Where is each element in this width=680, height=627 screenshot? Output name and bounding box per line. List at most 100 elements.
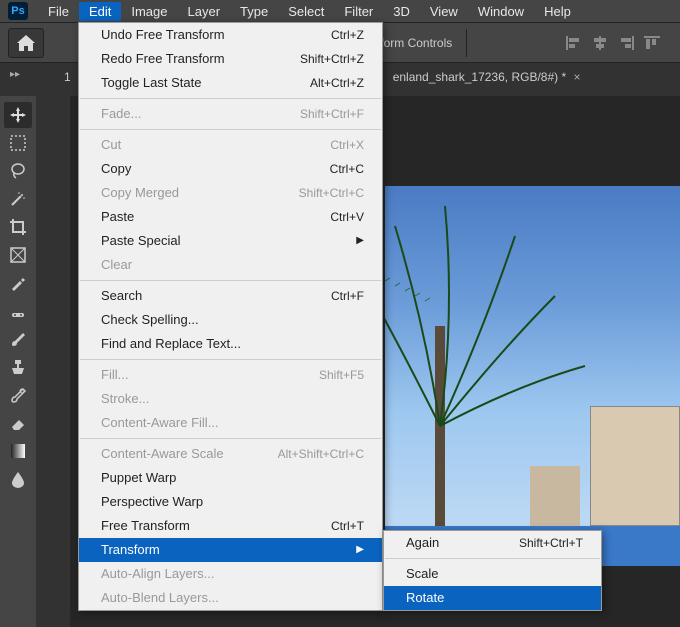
gradient-tool[interactable] (4, 438, 32, 464)
menu-separator (385, 558, 600, 559)
menu-item-shortcut: Ctrl+Z (331, 26, 364, 44)
menu-item-label: Perspective Warp (101, 493, 364, 511)
menu-item-shortcut: Shift+Ctrl+T (519, 534, 583, 552)
edit-menu-copy[interactable]: CopyCtrl+C (79, 157, 382, 181)
menu-item-shortcut: Ctrl+T (331, 517, 364, 535)
edit-menu-puppet-warp[interactable]: Puppet Warp (79, 466, 382, 490)
document-tab[interactable]: enland_shark_17236, RGB/8#) * × (387, 66, 587, 88)
edit-menu-toggle-last-state[interactable]: Toggle Last StateAlt+Ctrl+Z (79, 71, 382, 95)
edit-menu-redo-free-transform[interactable]: Redo Free TransformShift+Ctrl+Z (79, 47, 382, 71)
tools-panel (0, 96, 36, 627)
brush-tool[interactable] (4, 326, 32, 352)
edit-menu-cut: CutCtrl+X (79, 133, 382, 157)
transform-submenu-again[interactable]: AgainShift+Ctrl+T (384, 531, 601, 555)
menu-file[interactable]: File (38, 2, 79, 21)
marquee-tool[interactable] (4, 130, 32, 156)
menu-item-shortcut: Alt+Shift+Ctrl+C (278, 445, 364, 463)
edit-menu-paste-special[interactable]: Paste Special ▶ (79, 229, 382, 253)
menu-separator (80, 98, 381, 99)
align-center-h-icon[interactable] (588, 32, 612, 54)
menu-item-label: Puppet Warp (101, 469, 364, 487)
menu-item-label: Undo Free Transform (101, 26, 331, 44)
menu-select[interactable]: Select (278, 2, 334, 21)
submenu-arrow-icon: ▶ (356, 232, 364, 250)
menu-item-label: Fade... (101, 105, 300, 123)
menu-item-label: Scale (406, 565, 583, 583)
edit-menu-fill: Fill...Shift+F5 (79, 363, 382, 387)
menu-filter[interactable]: Filter (334, 2, 383, 21)
magic-wand-tool[interactable] (4, 186, 32, 212)
menu-3d[interactable]: 3D (383, 2, 420, 21)
document-image (385, 186, 680, 566)
eraser-tool[interactable] (4, 410, 32, 436)
menu-item-label: Again (406, 534, 519, 552)
transform-submenu-rotate[interactable]: Rotate (384, 586, 601, 610)
edit-menu-content-aware-scale: Content-Aware ScaleAlt+Shift+Ctrl+C (79, 442, 382, 466)
menu-item-label: Content-Aware Scale (101, 445, 278, 463)
align-group (562, 32, 672, 54)
edit-menu-perspective-warp[interactable]: Perspective Warp (79, 490, 382, 514)
edit-menu-stroke: Stroke... (79, 387, 382, 411)
edit-menu-check-spelling[interactable]: Check Spelling... (79, 308, 382, 332)
edit-menu-auto-blend-layers: Auto-Blend Layers... (79, 586, 382, 610)
document-tab-name: enland_shark_17236, RGB/8#) * (393, 70, 566, 84)
transform-submenu: AgainShift+Ctrl+T Scale Rotate (383, 530, 602, 611)
edit-menu-undo-free-transform[interactable]: Undo Free TransformCtrl+Z (79, 23, 382, 47)
menubar: Ps File Edit Image Layer Type Select Fil… (0, 0, 680, 22)
home-icon (17, 35, 35, 51)
menu-item-label: Cut (101, 136, 330, 154)
menu-item-label: Paste Special (101, 232, 350, 250)
crop-tool[interactable] (4, 214, 32, 240)
menu-item-label: Paste (101, 208, 330, 226)
move-tool[interactable] (4, 102, 32, 128)
edit-menu-paste[interactable]: PasteCtrl+V (79, 205, 382, 229)
close-tab-button[interactable]: × (573, 70, 580, 84)
frame-tool[interactable] (4, 242, 32, 268)
menu-item-shortcut: Ctrl+X (330, 136, 364, 154)
photoshop-logo-icon: Ps (8, 2, 28, 20)
transform-submenu-scale[interactable]: Scale (384, 562, 601, 586)
menu-image[interactable]: Image (121, 2, 177, 21)
healing-brush-tool[interactable] (4, 298, 32, 324)
edit-menu-dropdown: Undo Free TransformCtrl+ZRedo Free Trans… (78, 22, 383, 611)
edit-menu-fade: Fade...Shift+Ctrl+F (79, 102, 382, 126)
menu-help[interactable]: Help (534, 2, 581, 21)
align-right-icon[interactable] (614, 32, 638, 54)
edit-menu-free-transform[interactable]: Free TransformCtrl+T (79, 514, 382, 538)
menu-type[interactable]: Type (230, 2, 278, 21)
align-top-icon[interactable] (640, 32, 664, 54)
menu-item-shortcut: Ctrl+V (330, 208, 364, 226)
menu-separator (80, 280, 381, 281)
menu-item-label: Toggle Last State (101, 74, 310, 92)
menu-window[interactable]: Window (468, 2, 534, 21)
menu-item-label: Redo Free Transform (101, 50, 300, 68)
photo-building (530, 466, 580, 526)
history-brush-tool[interactable] (4, 382, 32, 408)
expand-panels-icon[interactable]: ▸▸ (0, 64, 30, 84)
edit-menu-search[interactable]: SearchCtrl+F (79, 284, 382, 308)
edit-menu-transform[interactable]: Transform▶ (79, 538, 382, 562)
photo-palm-leaves (385, 186, 595, 446)
edit-menu-content-aware-fill: Content-Aware Fill... (79, 411, 382, 435)
blur-tool[interactable] (4, 466, 32, 492)
menu-item-label: Find and Replace Text... (101, 335, 364, 353)
menu-edit[interactable]: Edit (79, 2, 121, 21)
menu-item-label: Fill... (101, 366, 319, 384)
edit-menu-clear: Clear (79, 253, 382, 277)
home-button[interactable] (8, 28, 44, 58)
edit-menu-find-and-replace-text[interactable]: Find and Replace Text... (79, 332, 382, 356)
menu-item-shortcut: Shift+Ctrl+F (300, 105, 364, 123)
menu-item-shortcut: Shift+F5 (319, 366, 364, 384)
menu-separator (80, 438, 381, 439)
menu-item-shortcut: Shift+Ctrl+C (299, 184, 364, 202)
lasso-tool[interactable] (4, 158, 32, 184)
eyedropper-tool[interactable] (4, 270, 32, 296)
clone-stamp-tool[interactable] (4, 354, 32, 380)
menu-item-label: Rotate (406, 589, 583, 607)
menu-item-shortcut: Alt+Ctrl+Z (310, 74, 364, 92)
menu-layer[interactable]: Layer (178, 2, 231, 21)
align-left-icon[interactable] (562, 32, 586, 54)
menu-view[interactable]: View (420, 2, 468, 21)
doc-tab-prefix: 1 (58, 66, 77, 88)
menu-item-shortcut: Ctrl+C (330, 160, 364, 178)
